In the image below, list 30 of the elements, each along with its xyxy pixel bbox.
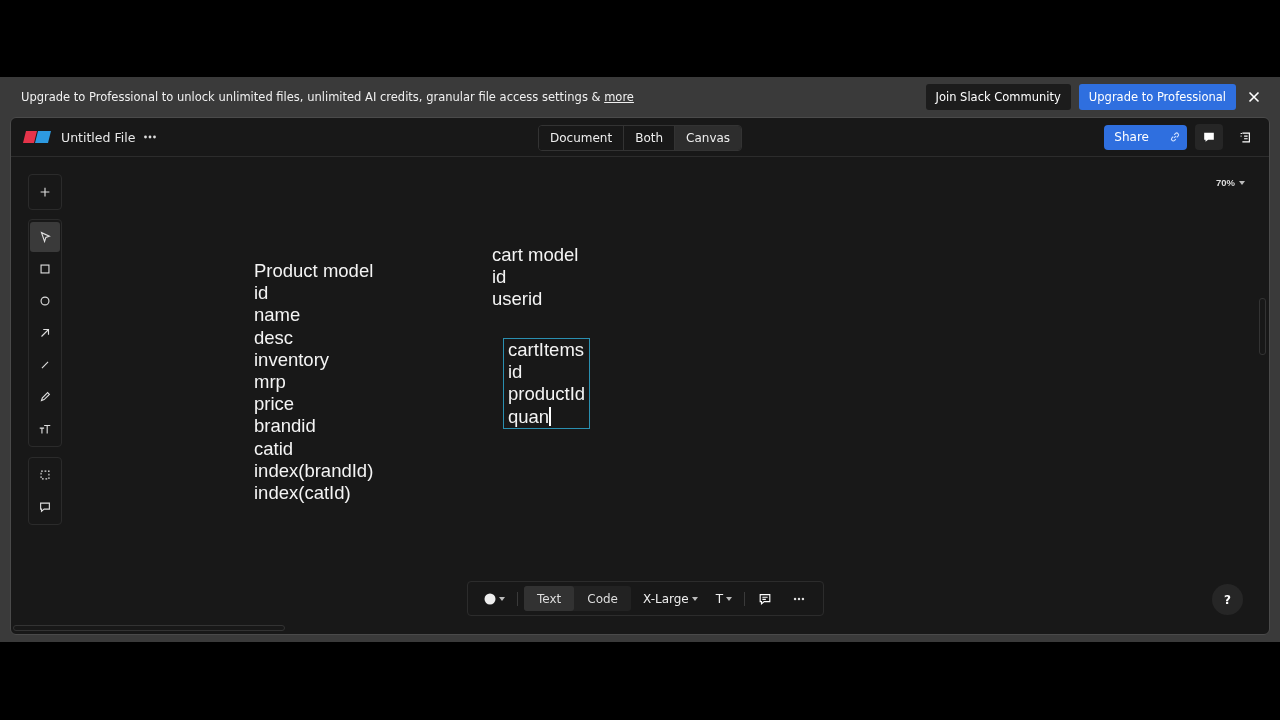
view-tab[interactable]: Document — [539, 126, 625, 150]
more-link[interactable]: more — [604, 90, 634, 104]
mode-tab[interactable]: Code — [574, 586, 631, 611]
upgrade-button[interactable]: Upgrade to Professional — [1078, 84, 1236, 110]
text-cursor — [549, 406, 551, 426]
size-dropdown[interactable]: X-Large — [637, 586, 704, 611]
caret-icon — [1239, 180, 1245, 185]
file-name: Untitled File — [61, 129, 136, 145]
caret-icon — [499, 596, 505, 601]
caret-icon — [691, 596, 698, 601]
link-icon — [1169, 131, 1181, 143]
logo-icon — [23, 131, 51, 143]
upgrade-message: Upgrade to Professional to unlock unlimited files, unlimited AI credits, granular file access settings & more — [21, 90, 635, 104]
scrollbar[interactable] — [1259, 298, 1266, 355]
canvas-text[interactable]: Product model id name desc inventory mrp price brandid catid index(brandId) index(catId) — [254, 260, 374, 505]
color-swatch-icon — [484, 592, 496, 605]
community-button[interactable]: Join Slack Community — [925, 84, 1071, 110]
mode-tab[interactable]: Text — [524, 586, 575, 611]
scrollbar[interactable] — [13, 625, 285, 631]
view-tab[interactable]: Canvas — [675, 126, 742, 150]
caret-icon — [726, 596, 733, 601]
pointer-icon[interactable] — [30, 222, 60, 252]
close-icon[interactable] — [1246, 89, 1262, 105]
font-dropdown[interactable]: T — [709, 586, 739, 611]
help-button[interactable]: ? — [1212, 584, 1243, 615]
text-box[interactable]: cartItems id productId quan — [503, 338, 591, 429]
zoom-dropdown[interactable]: 70% — [1216, 177, 1245, 188]
comment-icon[interactable] — [1195, 124, 1223, 150]
canvas-text[interactable]: cart model id userid — [492, 244, 579, 311]
share-button[interactable]: Share — [1104, 124, 1187, 150]
